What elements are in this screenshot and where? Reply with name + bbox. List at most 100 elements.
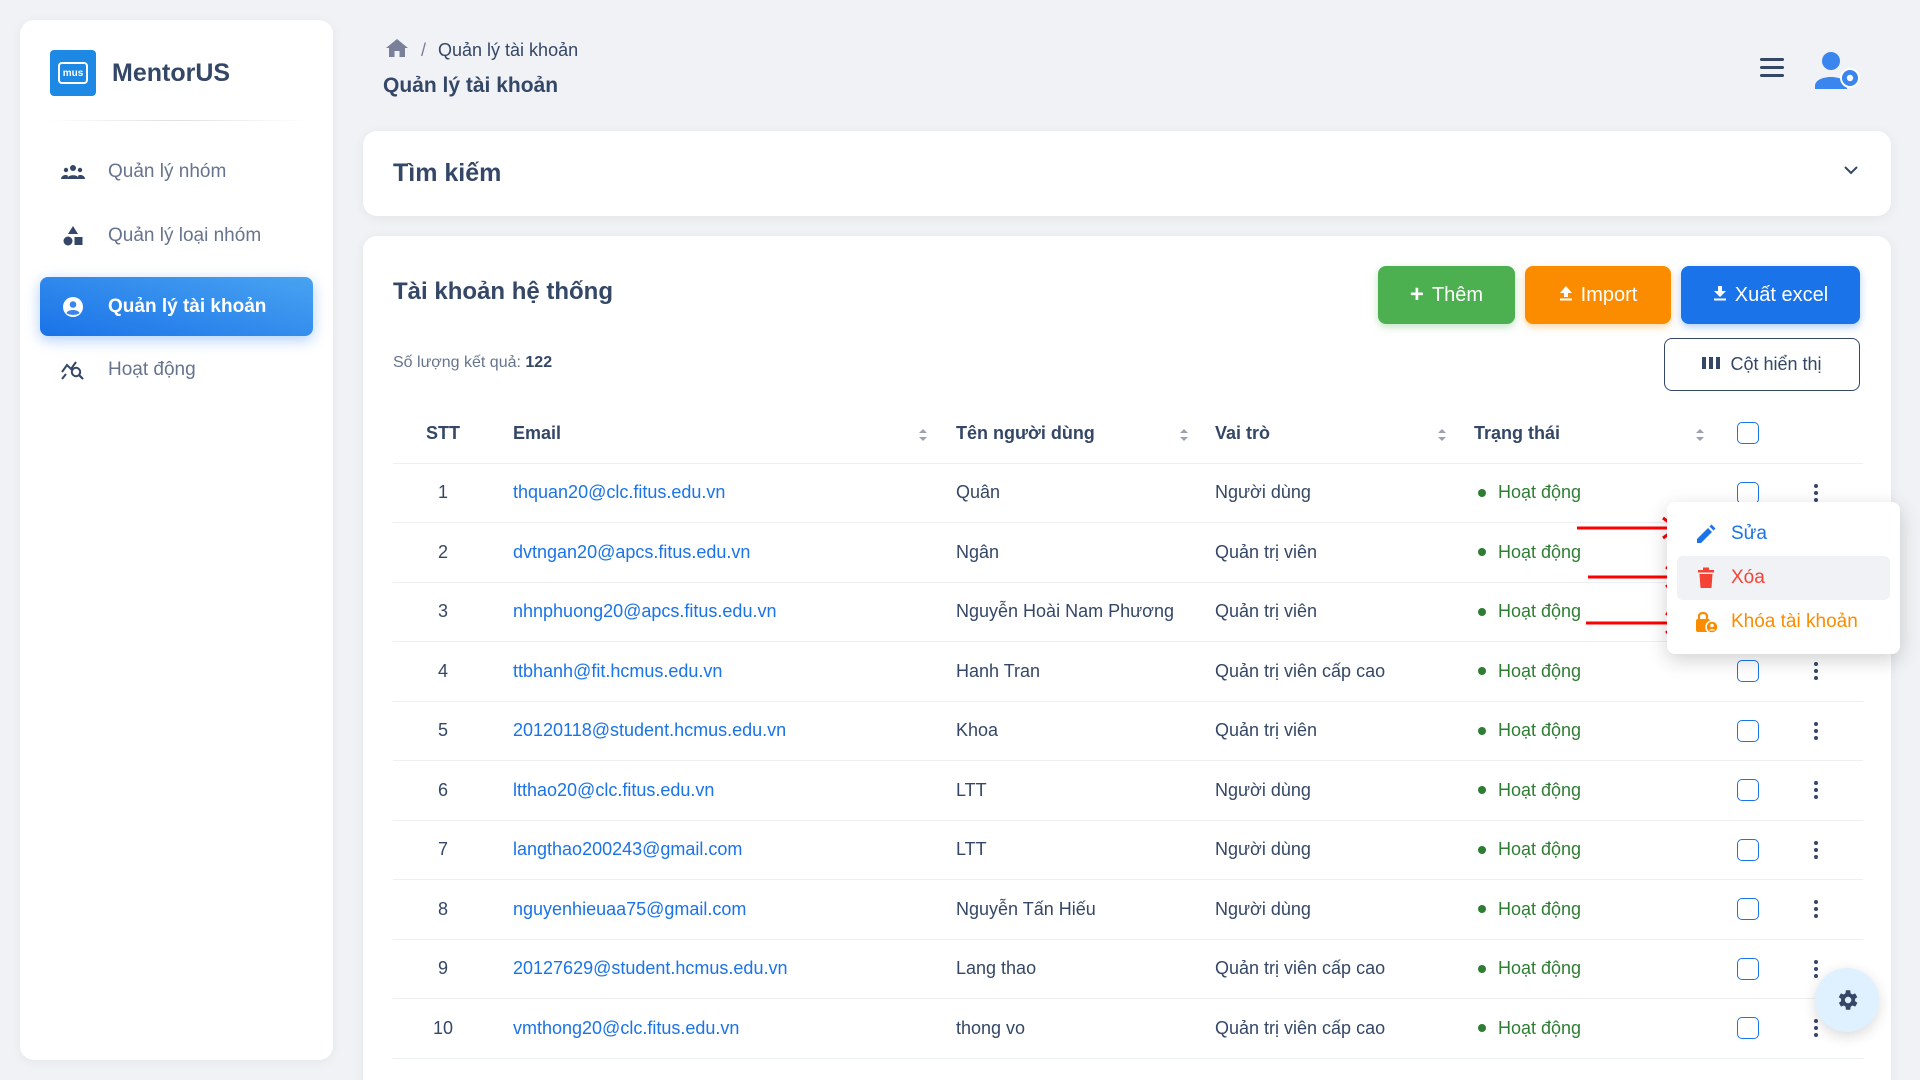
sidebar-item-accounts[interactable]: Quản lý tài khoản — [40, 277, 313, 336]
more-vert-icon[interactable] — [1810, 658, 1822, 684]
row-status: Hoạt động — [1474, 999, 1714, 1058]
row-status: Hoạt động — [1474, 702, 1714, 761]
sidebar-item-label: Quản lý loại nhóm — [108, 224, 262, 246]
row-username: Quân — [956, 482, 1001, 503]
sidebar-item-activity[interactable]: Hoạt động — [40, 340, 313, 399]
sort-icon[interactable] — [1179, 428, 1189, 442]
sidebar: mus MentorUS Quản lý nhóm Quản lý loại n… — [20, 20, 333, 1060]
row-email[interactable]: ttbhanh@fit.hcmus.edu.vn — [513, 642, 933, 701]
search-panel[interactable]: Tìm kiếm — [363, 131, 1891, 216]
column-visibility-label: Cột hiển thị — [1730, 354, 1822, 374]
row-checkbox[interactable] — [1737, 957, 1759, 980]
column-header-username[interactable]: Tên người dùng — [956, 404, 1206, 463]
row-email[interactable]: langthao200243@gmail.com — [513, 821, 933, 880]
home-icon[interactable] — [385, 38, 409, 63]
page-title: Quản lý tài khoản — [383, 74, 559, 97]
more-vert-icon[interactable] — [1810, 896, 1822, 922]
row-check-cell — [1728, 880, 1768, 939]
table-header: STT Email Tên người dùng Vai trò Trạng t… — [393, 404, 1863, 464]
export-excel-button[interactable]: Xuất excel — [1681, 266, 1860, 324]
delete-menu-item[interactable]: Xóa — [1677, 556, 1890, 600]
select-all-checkbox[interactable] — [1737, 422, 1759, 445]
row-email[interactable]: thquan20@clc.fitus.edu.vn — [513, 464, 933, 523]
column-visibility-button[interactable]: Cột hiển thị — [1664, 338, 1860, 391]
table-row: 7 langthao200243@gmail.com LTT Người dùn… — [393, 821, 1863, 880]
status-label: Hoạt động — [1498, 1017, 1582, 1038]
delete-menu-label: Xóa — [1731, 567, 1765, 588]
row-role: Người dùng — [1215, 779, 1311, 800]
sort-icon[interactable] — [1437, 428, 1447, 442]
breadcrumb-separator: / — [421, 40, 427, 60]
status-label: Hoạt động — [1498, 898, 1582, 919]
row-email[interactable]: vmthong20@clc.fitus.edu.vn — [513, 999, 933, 1058]
status-dot — [1478, 548, 1486, 557]
row-stt: 3 — [437, 601, 448, 622]
column-header-role[interactable]: Vai trò — [1215, 404, 1465, 463]
chevron-down-icon[interactable] — [1843, 162, 1859, 180]
status-label: Hoạt động — [1498, 541, 1582, 562]
edit-icon — [1693, 521, 1719, 547]
row-stt: 9 — [437, 958, 448, 979]
row-checkbox[interactable] — [1737, 660, 1759, 683]
row-email[interactable]: nguyenhieuaa75@gmail.com — [513, 880, 933, 939]
add-account-label: Thêm — [1431, 283, 1484, 306]
row-stt: 2 — [437, 541, 448, 562]
column-header-email[interactable]: Email — [513, 404, 933, 463]
row-actions-cell — [1801, 821, 1831, 880]
row-email[interactable]: 20120118@student.hcmus.edu.vn — [513, 702, 933, 761]
row-check-cell — [1728, 702, 1768, 761]
row-username: Hanh Tran — [956, 660, 1041, 681]
row-username: LTT — [956, 839, 987, 860]
brand[interactable]: mus MentorUS — [20, 20, 333, 126]
row-checkbox[interactable] — [1737, 779, 1759, 802]
row-role: Người dùng — [1215, 839, 1311, 860]
menu-toggle-button[interactable] — [1760, 58, 1790, 82]
table-row: 9 20127629@student.hcmus.edu.vn Lang tha… — [393, 940, 1863, 999]
user-settings-button[interactable] — [1813, 46, 1863, 96]
manage-accounts-icon — [1815, 52, 1860, 89]
row-email[interactable]: ltthao20@clc.fitus.edu.vn — [513, 761, 933, 820]
result-count-label: Số lượng kết quả: — [393, 354, 521, 371]
lock-account-menu-item[interactable]: Khóa tài khoản — [1677, 600, 1890, 644]
row-status: Hoạt động — [1474, 940, 1714, 999]
row-username: Ngân — [956, 541, 1000, 562]
more-vert-icon[interactable] — [1810, 837, 1822, 863]
row-checkbox[interactable] — [1737, 719, 1759, 742]
column-header-status[interactable]: Trạng thái — [1474, 404, 1714, 463]
sort-icon[interactable] — [918, 428, 928, 442]
row-email[interactable]: nhnphuong20@apcs.fitus.edu.vn — [513, 583, 933, 642]
import-button[interactable]: Import — [1525, 266, 1671, 324]
status-dot — [1478, 845, 1486, 854]
status-dot — [1478, 1024, 1486, 1033]
row-checkbox[interactable] — [1737, 481, 1759, 504]
sidebar-item-group-types[interactable]: Quản lý loại nhóm — [40, 206, 313, 265]
status-label: Hoạt động — [1498, 482, 1582, 503]
status-dot — [1478, 488, 1486, 497]
row-role: Quản trị viên cấp cao — [1215, 660, 1386, 681]
sidebar-item-label: Quản lý tài khoản — [108, 295, 267, 317]
status-label: Hoạt động — [1498, 839, 1582, 860]
more-vert-icon[interactable] — [1810, 956, 1822, 982]
status-dot — [1478, 607, 1486, 616]
settings-fab[interactable] — [1815, 968, 1879, 1032]
more-vert-icon[interactable] — [1810, 777, 1822, 803]
row-username: Nguyễn Tấn Hiếu — [956, 898, 1096, 919]
row-check-cell — [1728, 761, 1768, 820]
import-label: Import — [1580, 283, 1638, 306]
status-label: Hoạt động — [1498, 720, 1582, 741]
sidebar-item-groups[interactable]: Quản lý nhóm — [40, 142, 313, 201]
row-status: Hoạt động — [1474, 821, 1714, 880]
status-label: Hoạt động — [1498, 601, 1582, 622]
add-account-button[interactable]: + Thêm — [1378, 266, 1515, 324]
row-checkbox[interactable] — [1737, 838, 1759, 861]
row-checkbox[interactable] — [1737, 1017, 1759, 1040]
more-vert-icon[interactable] — [1810, 1015, 1822, 1041]
sort-icon[interactable] — [1695, 428, 1705, 442]
row-checkbox[interactable] — [1737, 898, 1759, 921]
more-vert-icon[interactable] — [1810, 718, 1822, 744]
edit-menu-item[interactable]: Sửa — [1677, 512, 1890, 556]
row-email[interactable]: 20127629@student.hcmus.edu.vn — [513, 940, 933, 999]
lock-account-menu-label: Khóa tài khoản — [1731, 611, 1858, 632]
row-actions-menu: Sửa Xóa Khóa tài khoản — [1667, 502, 1900, 654]
row-email[interactable]: dvtngan20@apcs.fitus.edu.vn — [513, 523, 933, 582]
